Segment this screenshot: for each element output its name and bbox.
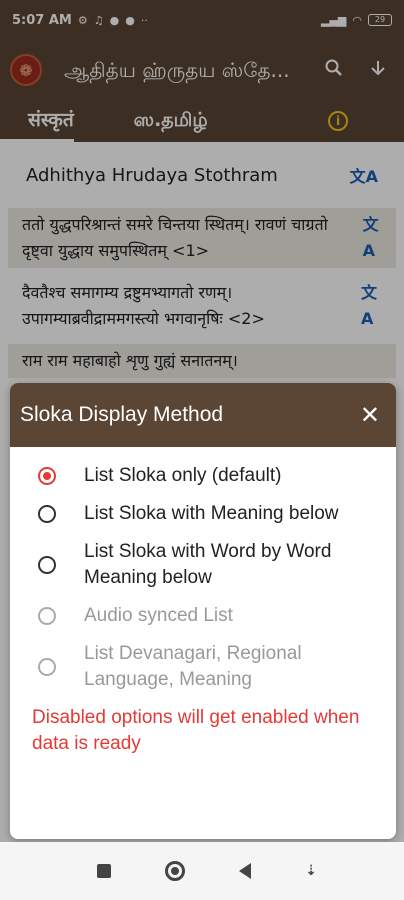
option-label: Audio synced List [84, 605, 233, 626]
system-nav-bar: ⇣ [0, 842, 404, 900]
back-icon[interactable] [239, 863, 252, 879]
radio-selected-icon[interactable] [38, 467, 56, 485]
recents-icon[interactable] [97, 864, 112, 878]
dialog-header: Sloka Display Method ✕ [10, 383, 396, 447]
option-word-by-word-meaning[interactable]: List Sloka with Word by Word Meaning bel… [10, 539, 396, 591]
option-sloka-with-meaning[interactable]: List Sloka with Meaning below [10, 501, 396, 527]
radio-disabled-icon [38, 607, 56, 625]
option-devanagari-regional-meaning: List Devanagari, Regional Language, Mean… [10, 641, 396, 693]
assistant-icon[interactable]: ⇣ [305, 863, 317, 879]
option-audio-synced-list: Audio synced List [10, 603, 396, 629]
radio-icon[interactable] [38, 505, 56, 523]
radio-disabled-icon [38, 658, 56, 676]
option-label: List Devanagari, Regional Language, Mean… [84, 643, 302, 690]
option-label: List Sloka with Word by Word Meaning bel… [84, 541, 332, 588]
close-icon[interactable]: ✕ [360, 403, 380, 427]
disabled-notice: Disabled options will get enabled when d… [32, 707, 360, 754]
sloka-display-dialog: Sloka Display Method ✕ List Sloka only (… [10, 383, 396, 839]
option-label: List Sloka only (default) [84, 465, 282, 486]
display-options: List Sloka only (default) List Sloka wit… [10, 447, 396, 693]
radio-icon[interactable] [38, 556, 56, 574]
home-icon[interactable] [165, 861, 186, 881]
option-list-sloka-only[interactable]: List Sloka only (default) [10, 463, 396, 489]
option-label: List Sloka with Meaning below [84, 503, 339, 524]
dialog-title: Sloka Display Method [20, 403, 224, 426]
